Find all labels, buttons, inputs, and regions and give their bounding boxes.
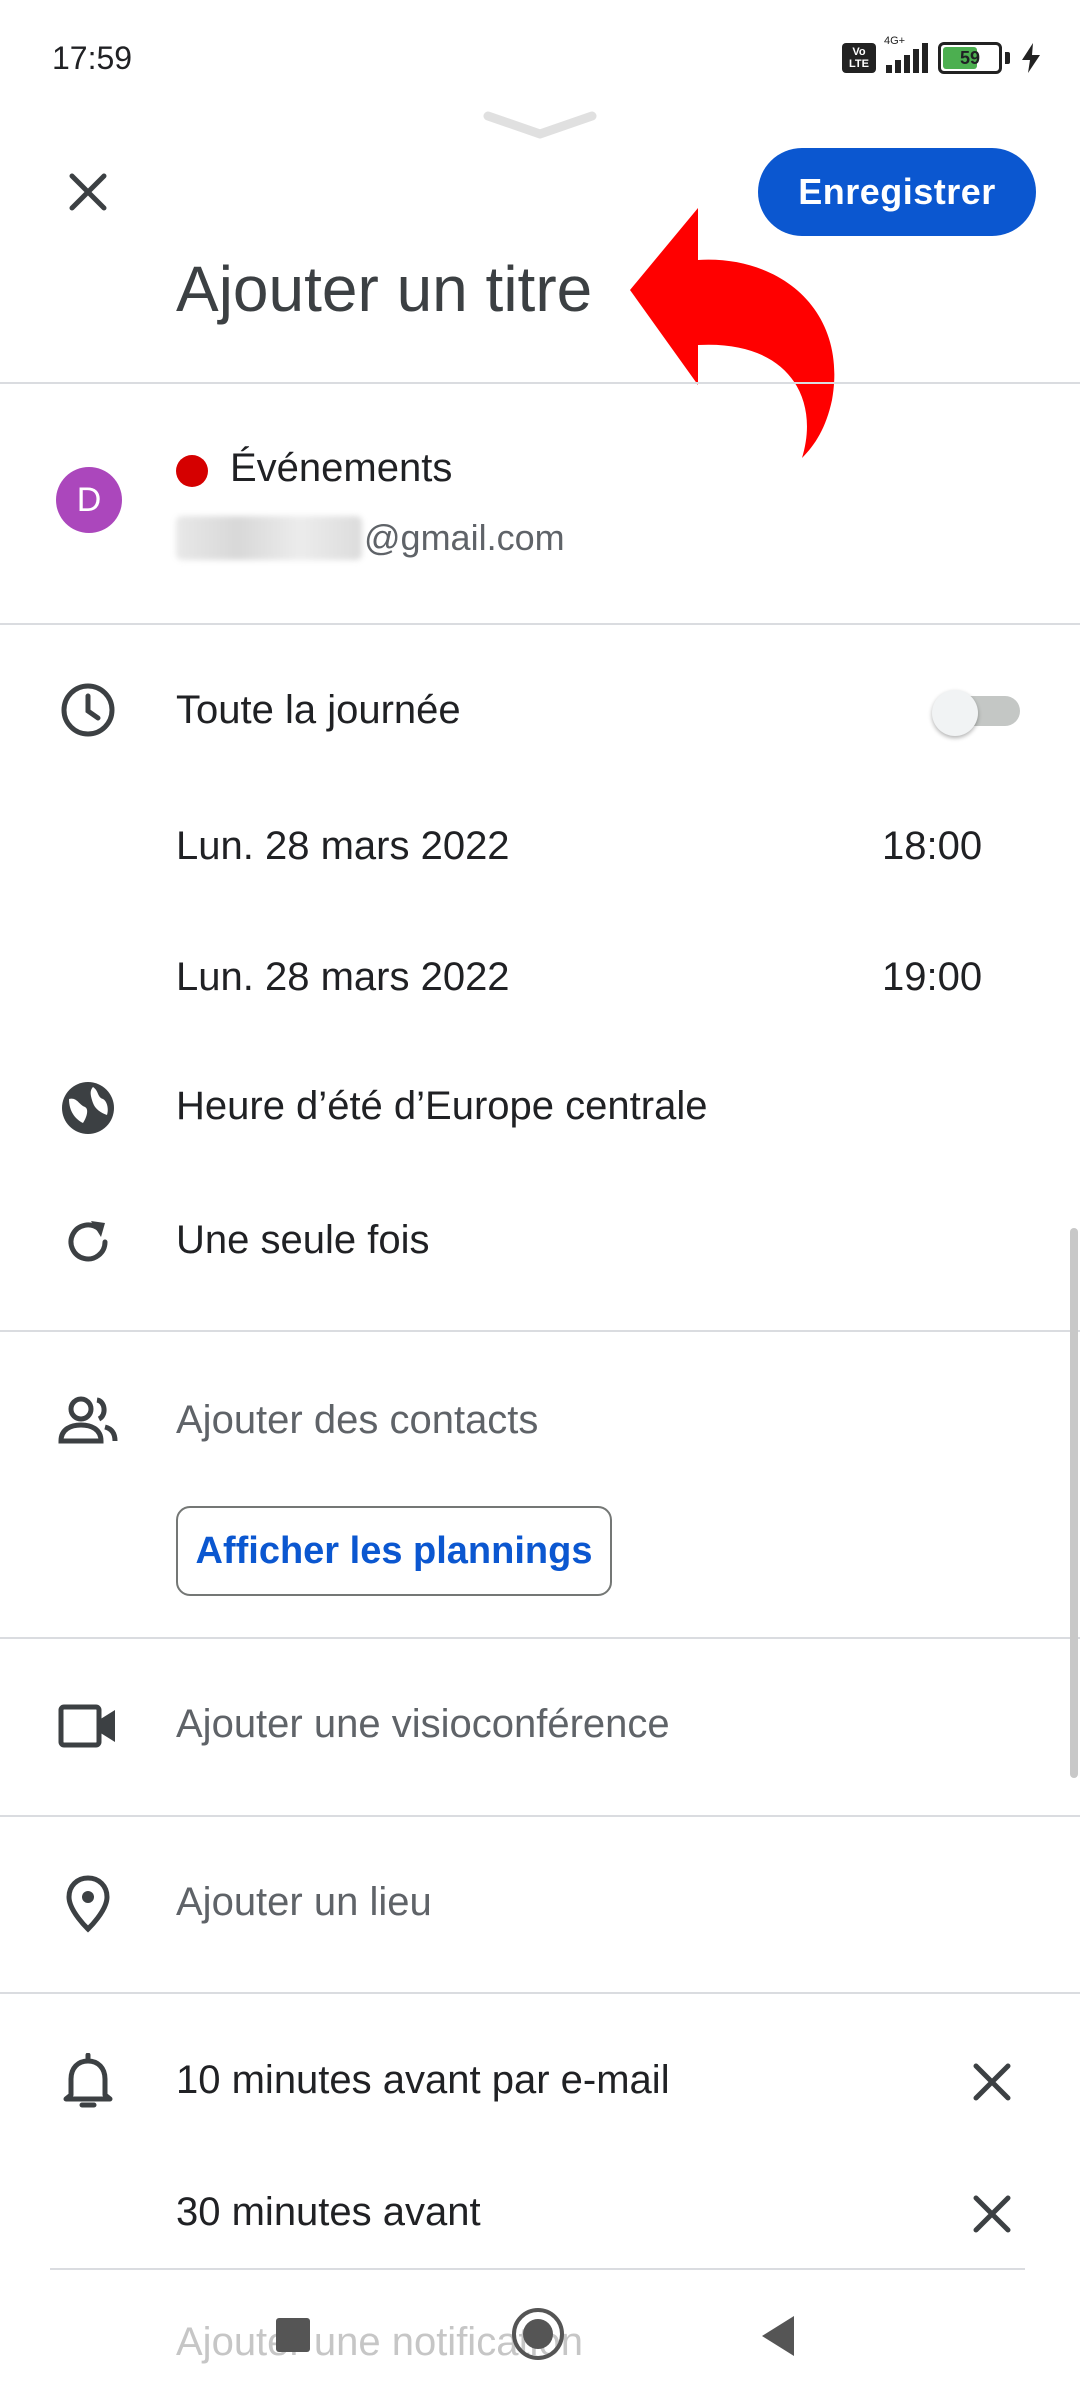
volte-bottom-label: LTE bbox=[849, 58, 869, 70]
repeat-icon bbox=[56, 1210, 120, 1274]
battery-level: 59 bbox=[959, 47, 981, 68]
network-type: 4G+ bbox=[884, 35, 906, 47]
remove-notification-button[interactable] bbox=[960, 2182, 1024, 2246]
videocam-icon bbox=[56, 1694, 120, 1758]
recents-button[interactable] bbox=[276, 2318, 310, 2352]
start-time[interactable]: 18:00 bbox=[882, 824, 982, 869]
add-contacts[interactable]: Ajouter des contacts bbox=[176, 1398, 538, 1443]
calendar-name[interactable]: Événements bbox=[230, 446, 452, 491]
close-icon bbox=[69, 173, 107, 211]
status-icons: Vo LTE 4G+ 59 bbox=[842, 35, 1042, 74]
volte-icon: Vo LTE bbox=[842, 43, 876, 73]
add-location[interactable]: Ajouter un lieu bbox=[176, 1880, 432, 1925]
add-conference[interactable]: Ajouter une visioconférence bbox=[176, 1702, 670, 1747]
remove-notification-button[interactable] bbox=[960, 2050, 1024, 2114]
back-button[interactable] bbox=[758, 2314, 798, 2358]
home-button[interactable] bbox=[512, 2308, 564, 2360]
end-time[interactable]: 19:00 bbox=[882, 955, 982, 1000]
email-suffix: @gmail.com bbox=[364, 517, 565, 558]
start-date[interactable]: Lun. 28 mars 2022 bbox=[176, 824, 510, 869]
notification-item[interactable]: 30 minutes avant bbox=[176, 2190, 481, 2235]
close-button[interactable] bbox=[56, 160, 120, 224]
signal-icon: 4G+ bbox=[884, 35, 928, 73]
divider bbox=[0, 1637, 1080, 1639]
all-day-label: Toute la journée bbox=[176, 688, 461, 732]
all-day-toggle[interactable] bbox=[932, 690, 1022, 736]
charging-icon bbox=[1022, 43, 1040, 73]
redacted-username bbox=[176, 516, 362, 560]
clock-icon bbox=[56, 678, 120, 742]
end-date[interactable]: Lun. 28 mars 2022 bbox=[176, 955, 510, 1000]
status-time: 17:59 bbox=[52, 40, 133, 76]
show-schedules-button[interactable]: Afficher les plannings bbox=[176, 1506, 612, 1596]
volte-top-label: Vo bbox=[852, 46, 866, 58]
divider bbox=[0, 623, 1080, 625]
divider bbox=[0, 1992, 1080, 1994]
divider bbox=[0, 382, 1080, 384]
title-input[interactable]: Ajouter un titre bbox=[176, 252, 592, 326]
notification-item[interactable]: 10 minutes avant par e-mail bbox=[176, 2058, 670, 2103]
close-icon bbox=[973, 2063, 1011, 2101]
scrollbar[interactable] bbox=[1070, 1228, 1078, 1778]
people-icon bbox=[56, 1388, 120, 1452]
timezone[interactable]: Heure d’été d’Europe centrale bbox=[176, 1084, 707, 1129]
calendar-color-dot bbox=[176, 455, 208, 487]
globe-icon bbox=[56, 1076, 120, 1140]
divider bbox=[50, 2268, 1025, 2270]
annotation-arrow-icon bbox=[630, 208, 835, 458]
battery-icon: 59 bbox=[938, 42, 1002, 74]
bell-icon bbox=[56, 2050, 120, 2114]
location-pin-icon bbox=[56, 1872, 120, 1936]
recurrence[interactable]: Une seule fois bbox=[176, 1218, 429, 1263]
divider bbox=[0, 1815, 1080, 1817]
calendar-account: @gmail.com bbox=[176, 516, 565, 560]
divider bbox=[0, 1330, 1080, 1332]
sheet-handle-icon[interactable] bbox=[482, 108, 598, 142]
close-icon bbox=[973, 2195, 1011, 2233]
avatar: D bbox=[56, 467, 122, 533]
